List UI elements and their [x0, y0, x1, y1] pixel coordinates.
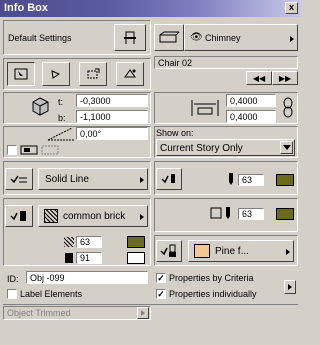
stretch-tool-button[interactable] — [79, 62, 107, 86]
chevron-right-icon — [141, 310, 145, 316]
pen-icon — [229, 173, 233, 185]
pointer-box-icon — [14, 68, 28, 80]
depth-input[interactable]: 0,4000 — [226, 110, 276, 123]
cube-elevation-icon — [32, 97, 49, 116]
select-tool-button[interactable] — [7, 62, 35, 86]
chevron-down-icon — [282, 145, 291, 150]
fill-check-icon — [10, 211, 26, 221]
status-bar: Object Trimmed — [3, 306, 151, 320]
next-element-button[interactable]: ▶▶ — [272, 71, 298, 85]
fill-pen-input[interactable]: 63 — [76, 236, 102, 248]
props-by-criteria-checkbox[interactable]: ✓ — [156, 273, 166, 283]
eye-icon: 👁 — [190, 32, 203, 43]
background-pen-input[interactable]: 91 — [76, 252, 102, 264]
line-check-icon — [10, 175, 27, 184]
material-color-swatch — [194, 244, 210, 258]
rotate-tool-button[interactable] — [42, 62, 70, 86]
default-settings-button[interactable] — [114, 24, 146, 51]
box-pen-icon — [210, 207, 230, 219]
chimney-icon — [159, 31, 180, 42]
line-type-label: Solid Line — [45, 174, 89, 185]
top-elevation-input[interactable]: -0,3000 — [76, 94, 148, 107]
view-icon-button[interactable] — [154, 24, 184, 51]
hatch-pattern-icon — [44, 209, 58, 223]
size-icon — [191, 100, 219, 116]
close-button[interactable]: x — [285, 2, 298, 14]
line-type-dropdown[interactable]: Solid Line — [38, 168, 148, 190]
fill-pen-value-swatch[interactable] — [276, 208, 294, 220]
line-pen-icon-button[interactable] — [156, 168, 182, 190]
fill-name-label: common brick — [63, 211, 126, 222]
status-text: Object Trimmed — [7, 308, 71, 318]
label-elements-label: Label Elements — [20, 289, 83, 299]
bottom-elevation-input[interactable]: -1,1000 — [76, 110, 148, 123]
fill-pen-pattern-icon — [64, 237, 74, 247]
mirror-checkbox[interactable] — [7, 145, 17, 155]
line-pen-input[interactable]: 63 — [238, 174, 264, 186]
props-individually-checkbox[interactable]: ✓ — [156, 289, 166, 299]
title-bar[interactable]: Info Box x — [0, 0, 301, 17]
transform-icon — [124, 69, 136, 78]
material-brush-icon — [160, 244, 176, 257]
top-elevation-label: t: — [58, 97, 64, 107]
background-pen-color-swatch[interactable] — [127, 252, 145, 264]
chair-icon — [124, 31, 136, 44]
default-settings-label: Default Settings — [8, 33, 72, 43]
dropdown-button[interactable] — [280, 141, 293, 154]
element-name-field[interactable]: Chair 02 — [154, 56, 298, 69]
id-input[interactable]: Obj -099 — [26, 271, 148, 284]
status-arrow-button[interactable] — [137, 307, 149, 319]
background-pen-icon — [65, 253, 73, 263]
properties-arrow-button[interactable] — [284, 280, 296, 294]
width-input[interactable]: 0,4000 — [226, 94, 276, 107]
fill-icon-button[interactable] — [5, 205, 33, 227]
line-pen-color-swatch[interactable] — [276, 174, 294, 186]
material-name-label: Pine f... — [215, 246, 249, 257]
id-label: ID: — [7, 274, 19, 284]
transform-tool-button[interactable] — [116, 62, 144, 86]
material-dropdown[interactable]: Pine f... — [188, 240, 294, 262]
chevron-right-icon — [286, 249, 290, 255]
view-dropdown[interactable]: 👁 Chimney — [184, 24, 298, 51]
rotate-icon — [51, 70, 61, 79]
chevron-right-icon — [140, 214, 144, 220]
show-on-value: Current Story Only — [160, 143, 243, 154]
props-individually-label: Properties individually — [169, 289, 257, 299]
chain-link-icon[interactable] — [282, 96, 294, 120]
angle-input[interactable]: 0,00° — [76, 127, 148, 140]
stretch-icon — [87, 68, 100, 79]
fill-pen-color-swatch[interactable] — [127, 236, 145, 248]
show-on-label: Show on: — [156, 128, 194, 138]
window-title: Info Box — [4, 2, 48, 14]
fill-dropdown[interactable]: common brick — [38, 205, 148, 227]
fill-pen-value-input[interactable]: 63 — [238, 208, 264, 220]
label-elements-checkbox[interactable] — [7, 289, 17, 299]
show-on-dropdown[interactable]: Current Story Only — [156, 139, 295, 156]
bottom-elevation-label: b: — [58, 113, 66, 123]
chevron-right-icon — [140, 177, 144, 183]
angle-icon — [47, 127, 74, 141]
material-icon-button[interactable] — [156, 240, 182, 262]
props-by-criteria-label: Properties by Criteria — [169, 273, 254, 283]
view-label: Chimney — [205, 33, 241, 43]
chevron-right-icon — [290, 36, 294, 42]
chevron-right-icon — [288, 284, 292, 290]
pen-check-icon — [161, 174, 175, 184]
mirror-icon — [20, 145, 59, 155]
status-divider — [3, 304, 298, 305]
line-type-icon-button[interactable] — [5, 168, 33, 190]
prev-element-button[interactable]: ◀◀ — [246, 71, 272, 85]
